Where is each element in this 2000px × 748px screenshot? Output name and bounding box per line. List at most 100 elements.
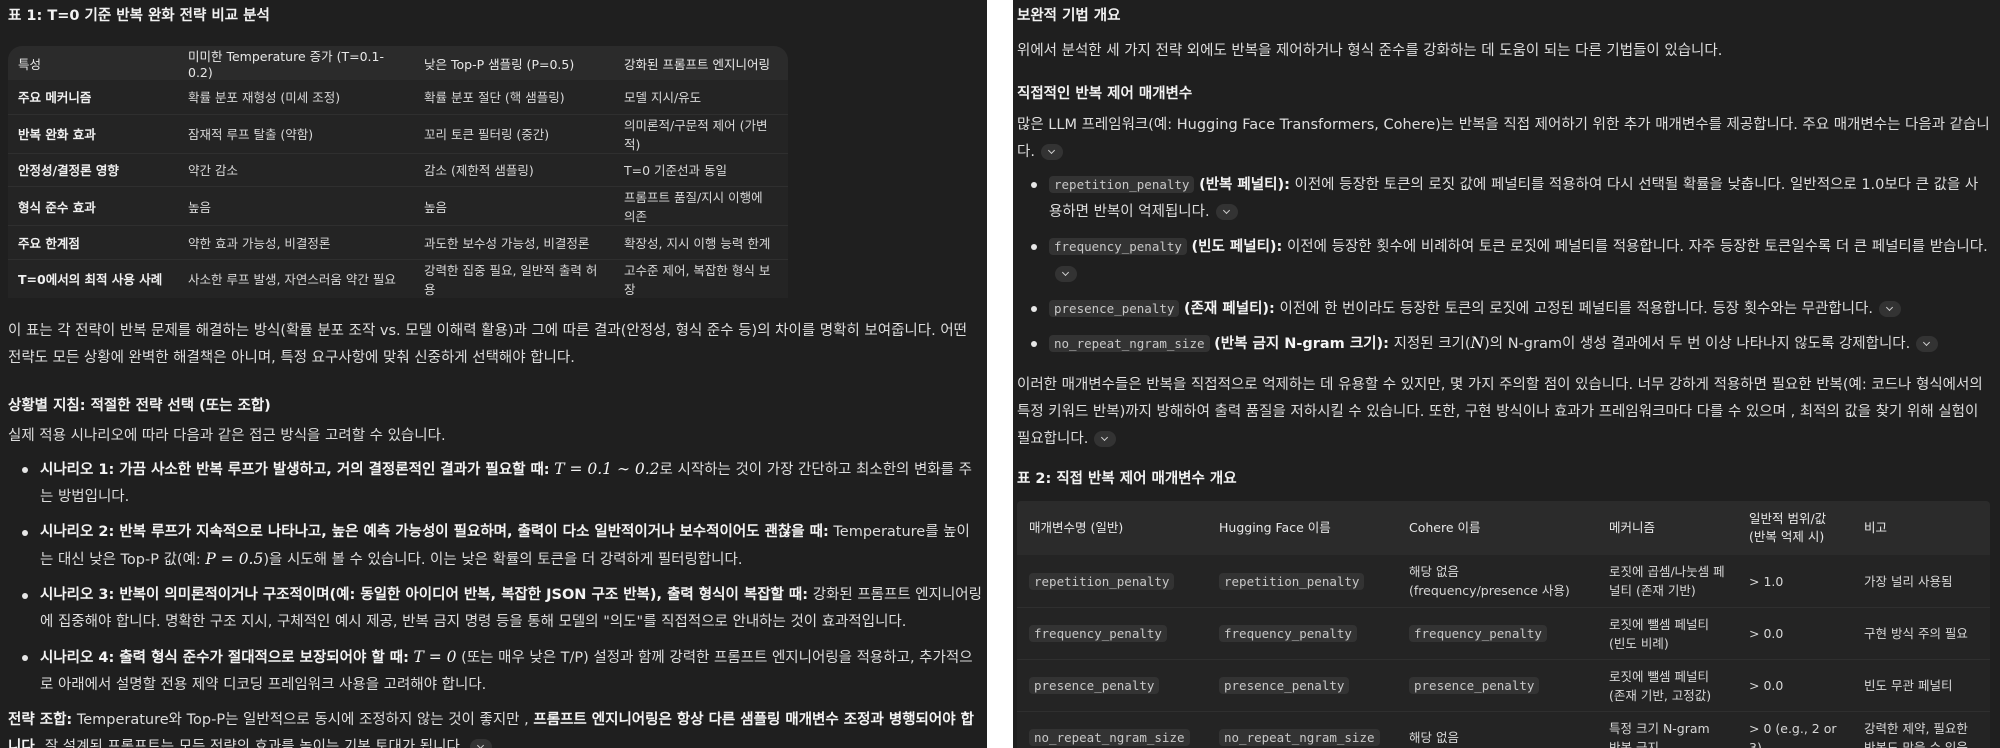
- table-row: T=0에서의 최적 사용 사례 사소한 루프 발생, 자연스러움 약간 필요 강력한…: [8, 258, 788, 298]
- table-cell: frequency_penalty: [1207, 607, 1397, 659]
- math-formula: N: [1470, 334, 1485, 352]
- section-title: 상황별 지침: 적절한 전략 선택 (또는 조합): [8, 397, 271, 414]
- list-item: no_repeat_ngram_size (반복 금지 N-gram 크기): …: [1017, 330, 1990, 358]
- table-cell: > 0 (e.g., 2 or 3): [1737, 711, 1852, 748]
- list-item: 시나리오 1: 가끔 사소한 반복 루프가 발생하고, 거의 결정론적인 결과가…: [8, 456, 983, 511]
- code-presence-penalty: presence_penalty: [1049, 300, 1180, 317]
- table-row: repetition_penalty repetition_penalty 해당 없…: [1017, 555, 1990, 607]
- table-row: 주요 한계점 약한 효과 가능성, 비결정론 과도한 보수성 가능성, 비결정론 확장…: [8, 225, 788, 259]
- caution-paragraph: 이러한 매개변수들은 반복을 직접적으로 억제하는 데 유용할 수 있지만, 몇…: [1017, 377, 1983, 447]
- row-header-cell: 형식 준수 효과: [8, 186, 178, 225]
- table-cell: presence_penalty: [1207, 659, 1397, 711]
- math-formula: T = 0: [413, 647, 457, 666]
- table-cell: frequency_penalty: [1397, 607, 1597, 659]
- table-cell: 꼬리 토큰 필터링 (중간): [414, 113, 614, 153]
- code-repetition-penalty: repetition_penalty: [1049, 176, 1195, 193]
- table-cell: repetition_penalty: [1207, 555, 1397, 607]
- table-cell: 로짓에 곱셈/나눗셈 페널티 (존재 기반): [1609, 564, 1725, 598]
- code-snippet: repetition_penalty: [1029, 572, 1175, 590]
- table1-header-cell: 낮은 Top-P 샘플링 (P=0.5): [424, 56, 575, 72]
- table-row: 주요 메커니즘 확률 분포 재형성 (미세 조정) 확률 분포 절단 (핵 샘플링)…: [8, 80, 788, 114]
- code-snippet: presence_penalty: [1409, 677, 1540, 694]
- table-cell: 사소한 루프 발생, 자연스러움 약간 필요: [178, 258, 414, 298]
- table-cell: 강력한 제약, 필요한 반복도 막을 수 있음: [1852, 711, 1990, 748]
- table-cell: 확률 분포 재형성 (미세 조정): [188, 90, 341, 106]
- table-cell: presence_penalty: [1397, 659, 1597, 711]
- code-no-repeat-ngram-size: no_repeat_ngram_size: [1049, 335, 1210, 352]
- scenario-list: 시나리오 1: 가끔 사소한 반복 루프가 발생하고, 거의 결정론적인 결과가…: [8, 456, 983, 699]
- table-row: no_repeat_ngram_size no_repeat_ngram_size…: [1017, 711, 1990, 748]
- chevron-down-icon[interactable]: [1878, 301, 1901, 317]
- table2-header-cell: 메커니즘: [1609, 520, 1656, 535]
- table-cell: 구현 방식 주의 필요: [1852, 607, 1990, 659]
- code-snippet: no_repeat_ngram_size: [1029, 729, 1190, 746]
- code-snippet: repetition_penalty: [1219, 572, 1365, 590]
- strategy-combo: 전략 조합: Temperature와 Top-P는 일반적으로 동시에 조정하…: [8, 707, 983, 748]
- table-cell: 잠재적 루프 탈출 (약함): [178, 113, 414, 153]
- table-cell: repetition_penalty: [1017, 555, 1207, 607]
- code-snippet: no_repeat_ngram_size: [1219, 729, 1380, 746]
- table2-header-cell: Cohere 이름: [1409, 520, 1481, 535]
- table-cell: 특정 크기 N-gram 반복 금지: [1597, 711, 1737, 748]
- list-item: frequency_penalty (빈도 페널티): 이전에 등장한 횟수에 …: [1017, 233, 1990, 288]
- table-cell: T=0 기준선과 동일: [614, 152, 788, 187]
- table-cell: 확률 분포 절단 (핵 샘플링): [424, 90, 565, 106]
- table-row: 형식 준수 효과 높음 높음 프롬프트 품질/지시 이행에 의존: [8, 186, 788, 225]
- table-cell: presence_penalty: [1017, 659, 1207, 711]
- table-cell: 약한 효과 가능성, 비결정론: [178, 225, 414, 259]
- table-cell: 모델 지시/유도: [624, 90, 702, 106]
- chevron-down-icon[interactable]: [470, 738, 493, 748]
- table1-header-cell: 특성: [18, 56, 42, 72]
- table1-summary: 이 표는 각 전략이 반복 문제를 해결하는 방식(확률 분포 조작 vs. 모…: [8, 322, 967, 366]
- subsection-intro: 많은 LLM 프레임워크(예: Hugging Face Transformer…: [1017, 117, 1990, 160]
- table2-title: 표 2: 직접 반복 제어 매개변수 개요: [1017, 471, 1237, 487]
- table-cell: > 0.0: [1737, 607, 1852, 659]
- table-cell: no_repeat_ngram_size: [1017, 711, 1207, 748]
- table-cell: 프롬프트 품질/지시 이행에 의존: [614, 186, 788, 225]
- left-panel: 표 1: T=0 기준 반복 완화 전략 비교 분석 특성 미미한 Temper…: [0, 0, 987, 748]
- code-snippet: presence_penalty: [1219, 677, 1350, 694]
- table-cell: 해당 없음: [1397, 711, 1597, 748]
- table1-title: 표 1: T=0 기준 반복 완화 전략 비교 분석: [8, 8, 270, 24]
- list-item: repetition_penalty (반복 페널티): 이전에 등장한 토큰의…: [1017, 171, 1990, 226]
- table-cell: 빈도 무관 페널티: [1852, 659, 1990, 711]
- section-intro: 실제 적용 시나리오에 따라 다음과 같은 접근 방식을 고려할 수 있습니다.: [8, 427, 446, 444]
- row-header-cell: T=0에서의 최적 사용 사례: [8, 258, 178, 298]
- chevron-down-icon[interactable]: [1215, 204, 1238, 220]
- row-header-cell: 안정성/결정론 영향: [8, 152, 178, 187]
- right-panel: 보완적 기법 개요 위에서 분석한 세 가지 전략 외에도 반복을 제어하거나 …: [1013, 0, 2000, 748]
- chevron-down-icon[interactable]: [1916, 336, 1939, 352]
- row-header-cell: 주요 메커니즘: [18, 90, 92, 106]
- table-cell: 확장성, 지시 이행 능력 한계: [614, 225, 788, 259]
- table-cell: frequency_penalty: [1017, 607, 1207, 659]
- table1-header-row: 특성 미미한 Temperature 증가 (T=0.1-0.2) 낮은 Top…: [8, 46, 788, 80]
- table1-header-cell: 미미한 Temperature 증가 (T=0.1-0.2): [188, 49, 384, 80]
- table-cell: 과도한 보수성 가능성, 비결정론: [414, 225, 614, 259]
- row-header-cell: 주요 한계점: [8, 225, 178, 259]
- right-intro: 위에서 분석한 세 가지 전략 외에도 반복을 제어하거나 형식 준수를 강화하…: [1017, 43, 1723, 59]
- chevron-down-icon[interactable]: [1055, 266, 1077, 282]
- table2-header-cell: Hugging Face 이름: [1219, 520, 1331, 535]
- code-snippet: frequency_penalty: [1029, 625, 1167, 642]
- chevron-down-icon[interactable]: [1094, 431, 1117, 447]
- table-cell: 로짓에 뺄셈 페널티 (존재 기반, 고정값): [1597, 659, 1737, 711]
- table-cell: > 0.0: [1737, 659, 1852, 711]
- code-snippet: frequency_penalty: [1409, 625, 1547, 642]
- table-cell: 로짓에 뺄셈 페널티 (빈도 비례): [1597, 607, 1737, 659]
- list-item: presence_penalty (존재 페널티): 이전에 한 번이라도 등장…: [1017, 295, 1990, 323]
- table-row: presence_penalty presence_penalty presence…: [1017, 659, 1990, 711]
- table2-header-cell: 일반적 범위/값 (반복 억제 시): [1749, 511, 1827, 544]
- param-list: repetition_penalty (반복 페널티): 이전에 등장한 토큰의…: [1017, 171, 1990, 358]
- table-row: 안정성/결정론 영향 약간 감소 감소 (제한적 샘플링) T=0 기준선과 동일: [8, 152, 788, 187]
- table-cell: 가장 널리 사용됨: [1864, 573, 1953, 589]
- table-cell: 높음: [414, 186, 614, 225]
- table-cell: 의미론적/구문적 제어 (가변적): [614, 113, 788, 153]
- table-cell: 해당 없음 (frequency/presence 사용): [1409, 564, 1570, 598]
- table-cell: 고수준 제어, 복잡한 형식 보장: [614, 258, 788, 298]
- param-table-2: 매개변수명 (일반) Hugging Face 이름 Cohere 이름 메커니…: [1017, 501, 1990, 748]
- right-title: 보완적 기법 개요: [1017, 8, 1121, 24]
- table-cell: 감소 (제한적 샘플링): [414, 152, 614, 187]
- math-formula: T = 0.1 ∼ 0.2: [554, 459, 660, 478]
- chevron-down-icon[interactable]: [1040, 144, 1063, 160]
- subsection-title: 직접적인 반복 제어 매개변수: [1017, 86, 1193, 102]
